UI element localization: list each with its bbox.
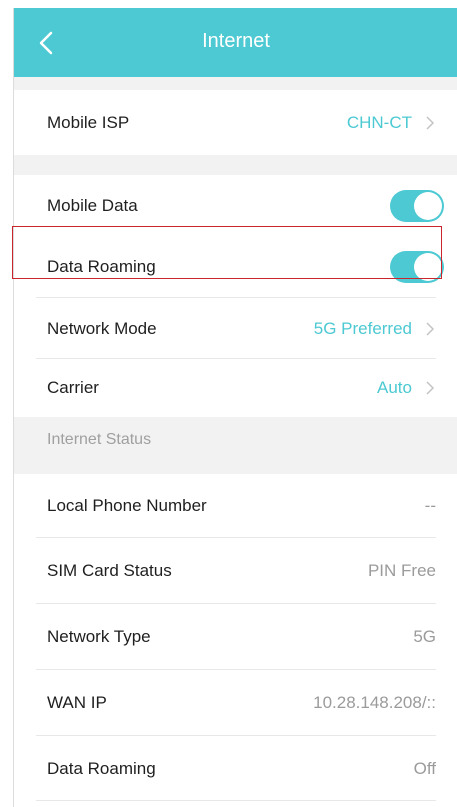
status-row-wan-ip: WAN IP 10.28.148.208/:: <box>14 670 457 736</box>
chevron-right-icon <box>426 115 435 130</box>
carrier-label: Carrier <box>47 378 99 397</box>
network-mode-value: 5G Preferred <box>313 318 412 338</box>
status-label: SIM Card Status <box>47 561 172 580</box>
status-row-sim-card: SIM Card Status PIN Free <box>14 538 457 604</box>
section-gap <box>14 77 457 90</box>
toggle-knob <box>414 253 442 281</box>
status-label: Local Phone Number <box>47 496 207 515</box>
status-value: -- <box>424 496 436 515</box>
network-mode-row[interactable]: Network Mode 5G Preferred <box>14 298 457 359</box>
status-value: 5G <box>413 627 436 646</box>
mobile-data-row: Mobile Data <box>14 175 457 236</box>
data-roaming-row: Data Roaming <box>14 236 457 298</box>
mobile-isp-value: CHN-CT <box>346 112 412 132</box>
data-roaming-toggle[interactable] <box>390 251 444 283</box>
mobile-data-label: Mobile Data <box>47 195 138 215</box>
page-title: Internet <box>202 30 270 52</box>
status-row-data-roaming: Data Roaming Off <box>14 736 457 801</box>
row-divider <box>36 800 436 801</box>
status-value: PIN Free <box>367 561 436 580</box>
status-label: Network Type <box>47 627 151 646</box>
mobile-isp-label: Mobile ISP <box>47 112 130 132</box>
section-gap <box>14 155 457 175</box>
status-value: Off <box>413 758 436 778</box>
status-label: WAN IP <box>47 693 107 712</box>
internet-screen: Internet Mobile ISP CHN-CT Mobile Data D… <box>13 8 457 807</box>
network-mode-label: Network Mode <box>47 318 157 338</box>
internet-status-heading: Internet Status <box>14 417 457 463</box>
header-bar: Internet <box>14 8 457 77</box>
chevron-right-icon <box>426 381 435 395</box>
status-label: Data Roaming <box>47 758 156 778</box>
chevron-right-icon <box>426 321 435 336</box>
carrier-row[interactable]: Carrier Auto <box>14 359 457 417</box>
status-row-phone-number: Local Phone Number -- <box>14 474 457 538</box>
toggle-knob <box>414 191 442 220</box>
carrier-value: Auto <box>377 378 412 397</box>
status-value: 10.28.148.208/:: <box>313 693 436 712</box>
status-row-network-type: Network Type 5G <box>14 604 457 670</box>
section-gap <box>14 463 457 474</box>
mobile-data-toggle[interactable] <box>390 189 444 222</box>
data-roaming-label: Data Roaming <box>47 257 156 276</box>
mobile-isp-row[interactable]: Mobile ISP CHN-CT <box>14 90 457 155</box>
